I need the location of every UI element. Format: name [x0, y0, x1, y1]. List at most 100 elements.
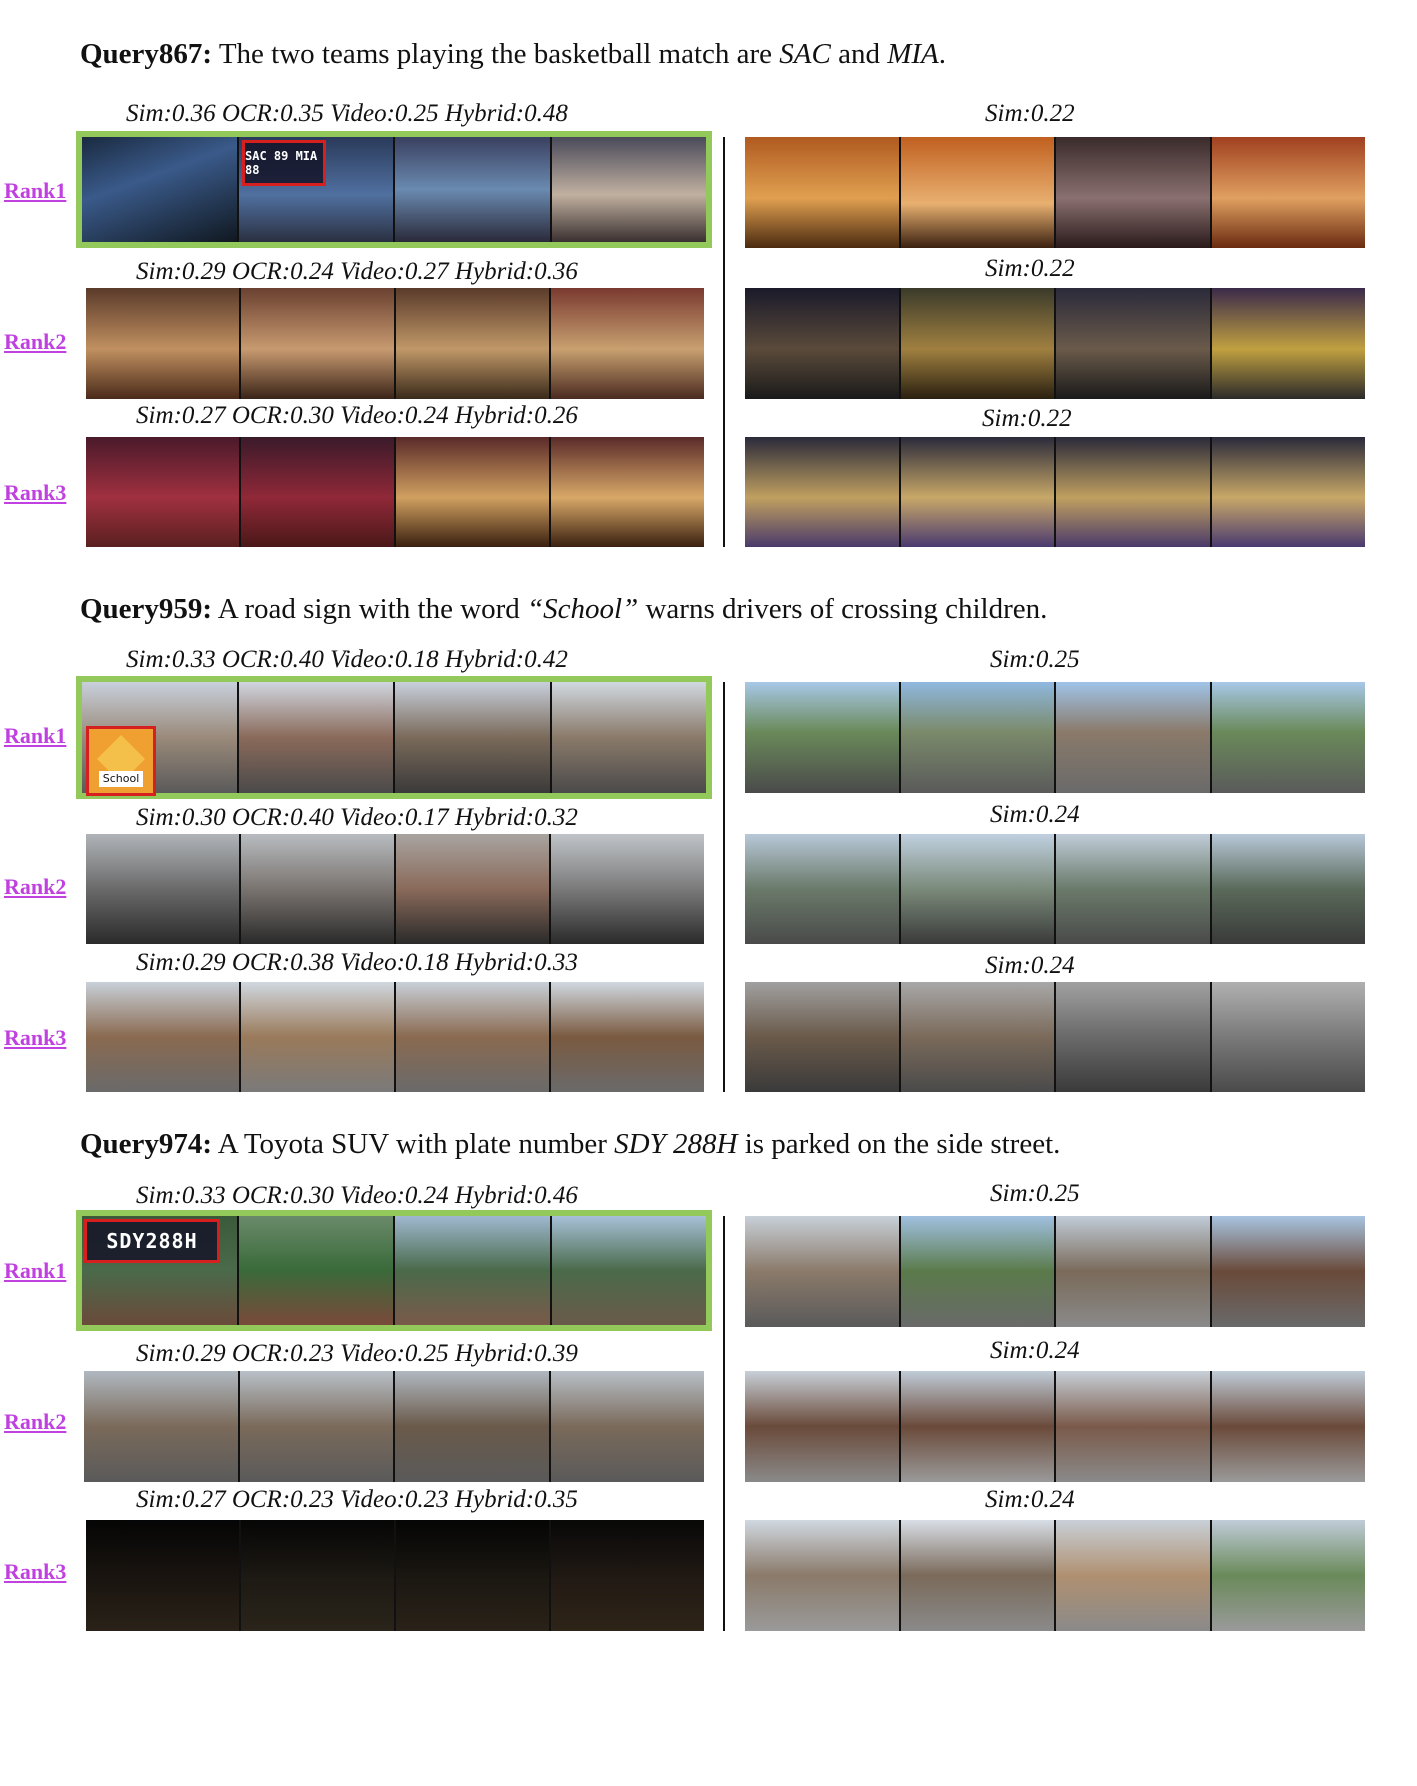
score-line: Sim:0.27 OCR:0.30 Video:0.24 Hybrid:0.26: [136, 402, 578, 429]
video-strip: [84, 1371, 704, 1482]
video-frame: [1211, 834, 1365, 944]
video-strip: [86, 1520, 704, 1631]
video-frame: [1211, 1371, 1365, 1482]
score-line: Sim:0.30 OCR:0.40 Video:0.17 Hybrid:0.32: [136, 804, 578, 831]
video-frame: [82, 137, 239, 242]
video-frame: [900, 137, 1056, 248]
rank-link[interactable]: Rank2: [4, 329, 66, 355]
video-frame: [86, 437, 241, 547]
video-strip: [76, 131, 712, 248]
video-frame: [551, 437, 704, 547]
score-line: Sim:0.25: [990, 646, 1080, 673]
video-frame: [1056, 682, 1212, 793]
column-divider: [723, 1216, 725, 1631]
video-frame: [745, 834, 901, 944]
video-frame: [1056, 288, 1212, 399]
query-title: Query867: The two teams playing the bask…: [80, 38, 947, 70]
video-frame: [745, 682, 901, 793]
video-frame: [239, 1371, 395, 1482]
video-frame: [395, 137, 552, 242]
score-line: Sim:0.24: [990, 801, 1080, 828]
score-line: Sim:0.22: [985, 255, 1075, 282]
video-frame: [241, 982, 396, 1092]
video-frame: [241, 437, 396, 547]
rank-link[interactable]: Rank1: [4, 178, 66, 204]
video-frame: [900, 1216, 1056, 1327]
video-frame: [745, 137, 901, 248]
score-line: Sim:0.36 OCR:0.35 Video:0.25 Hybrid:0.48: [126, 100, 568, 127]
video-frame: [900, 834, 1056, 944]
rank-link[interactable]: Rank3: [4, 1559, 66, 1585]
video-strip: [745, 682, 1365, 793]
score-line: Sim:0.33 OCR:0.30 Video:0.24 Hybrid:0.46: [136, 1182, 578, 1209]
video-frame: [900, 982, 1056, 1092]
video-frame: [900, 1371, 1056, 1482]
video-frame: [551, 982, 704, 1092]
rank-link[interactable]: Rank2: [4, 1409, 66, 1435]
video-frame: [551, 1216, 706, 1325]
video-frame: [745, 982, 901, 1092]
video-strip: [745, 288, 1365, 399]
video-strip: [86, 288, 704, 399]
video-frame: [900, 682, 1056, 793]
video-frame: [745, 288, 901, 399]
video-frame: [238, 682, 395, 793]
video-frame: [238, 1216, 395, 1325]
column-divider: [723, 137, 725, 547]
video-frame: [1211, 1216, 1365, 1327]
video-frame: [241, 288, 396, 399]
video-frame: [551, 682, 706, 793]
video-frame: [396, 288, 551, 399]
rank-link[interactable]: Rank3: [4, 480, 66, 506]
rank-link[interactable]: Rank1: [4, 723, 66, 749]
score-line: Sim:0.24: [985, 952, 1075, 979]
score-line: Sim:0.29 OCR:0.24 Video:0.27 Hybrid:0.36: [136, 258, 578, 285]
video-strip: [745, 982, 1365, 1092]
video-frame: [86, 834, 241, 944]
video-frame: [1211, 682, 1365, 793]
video-frame: [395, 682, 552, 793]
video-frame: [396, 1520, 551, 1631]
video-frame: [1056, 437, 1212, 547]
video-strip: [86, 834, 704, 944]
video-frame: [745, 1520, 901, 1631]
rank-link[interactable]: Rank2: [4, 874, 66, 900]
video-frame: [1211, 137, 1365, 248]
query-id: Query959:: [80, 593, 213, 625]
school-sign-zoom: School: [86, 726, 156, 796]
video-frame: [551, 288, 704, 399]
video-strip: [86, 982, 704, 1092]
video-strip: [745, 1520, 1365, 1631]
score-line: Sim:0.27 OCR:0.23 Video:0.23 Hybrid:0.35: [136, 1486, 578, 1513]
video-frame: [900, 288, 1056, 399]
video-frame: [1211, 288, 1365, 399]
rank-link[interactable]: Rank3: [4, 1025, 66, 1051]
plate-zoom-box: SDY288H: [84, 1219, 220, 1263]
video-frame: [395, 1371, 551, 1482]
video-frame: [900, 437, 1056, 547]
video-frame: [396, 834, 551, 944]
query-title: Query959: A road sign with the word “Sch…: [80, 593, 1048, 625]
video-frame: [241, 834, 396, 944]
video-frame: [1056, 982, 1212, 1092]
video-frame: [551, 1520, 704, 1631]
video-strip: [745, 1371, 1365, 1482]
score-line: Sim:0.33 OCR:0.40 Video:0.18 Hybrid:0.42: [126, 646, 568, 673]
score-line: Sim:0.24: [990, 1337, 1080, 1364]
score-line: Sim:0.29 OCR:0.38 Video:0.18 Hybrid:0.33: [136, 949, 578, 976]
video-frame: [1056, 137, 1212, 248]
score-line: Sim:0.29 OCR:0.23 Video:0.25 Hybrid:0.39: [136, 1340, 578, 1367]
video-frame: [1211, 982, 1365, 1092]
video-frame: [396, 437, 551, 547]
video-frame: [745, 1371, 901, 1482]
video-frame: [1056, 1216, 1212, 1327]
video-frame: [551, 137, 706, 242]
video-strip: [76, 676, 712, 799]
video-frame: [86, 1520, 241, 1631]
video-strip: [745, 137, 1365, 248]
video-frame: [84, 1371, 240, 1482]
video-frame: [1056, 1371, 1212, 1482]
video-frame: [900, 1520, 1056, 1631]
video-strip: [745, 1216, 1365, 1327]
rank-link[interactable]: Rank1: [4, 1258, 66, 1284]
